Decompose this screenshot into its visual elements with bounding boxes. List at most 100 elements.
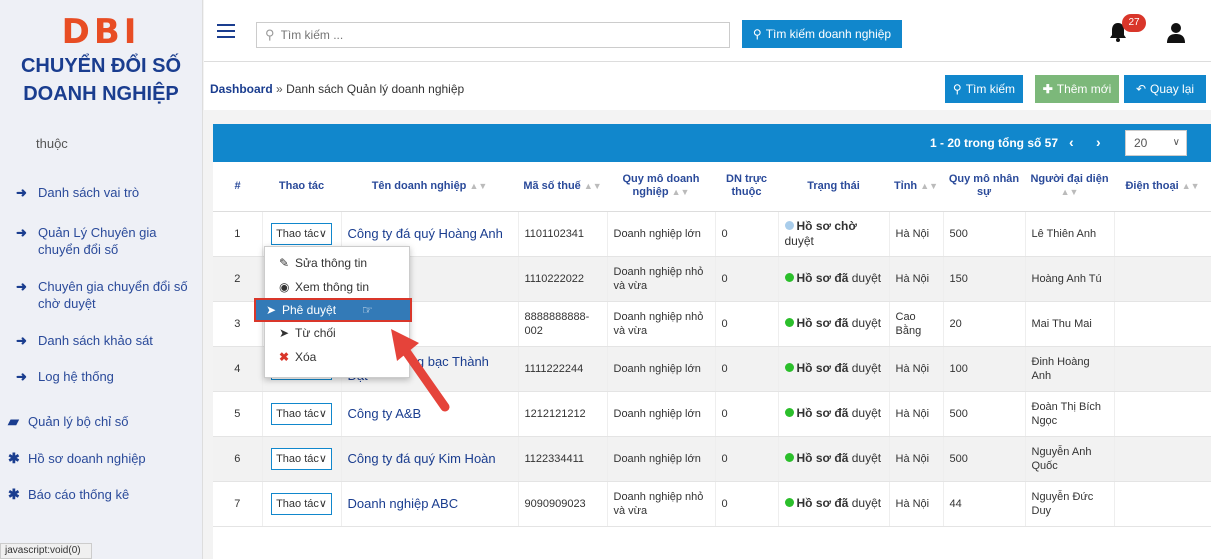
cell-tax: 1212121212 (518, 391, 608, 437)
col-header-action: Thao tác (262, 162, 341, 212)
col-header-phone[interactable]: Điện thoại ▲▼ (1114, 162, 1211, 212)
asterisk-icon: ✱ (8, 450, 20, 466)
add-button-label: Thêm mới (1056, 82, 1112, 96)
cell-no: 4 (213, 346, 263, 392)
table-row: 5 Thao tác∨ Công ty A&B 1212121212 Doanh ngh… (213, 391, 1211, 437)
book-icon: ▰ (8, 413, 19, 429)
search-box[interactable]: ⚲ (256, 22, 730, 48)
sidebar-item-roles[interactable]: ➜ Danh sách vai trò (0, 184, 202, 201)
cell-staff: 44 (943, 481, 1026, 527)
breadcrumb-current: Danh sách Quản lý doanh nghiệp (286, 82, 465, 96)
status-badge: Hồ sơ đã duyệt (784, 316, 881, 330)
row-action-button[interactable]: Thao tác∨ (271, 222, 332, 245)
cell-tax: 9090909023 (518, 481, 608, 527)
row-action-button[interactable]: Thao tác∨ (271, 492, 332, 515)
cell-rep: Mai Thu Mai (1025, 301, 1115, 347)
page-size-select[interactable]: 20 ∨ (1125, 130, 1187, 156)
cell-phone (1114, 211, 1211, 257)
col-header-status: Trạng thái (778, 162, 889, 212)
cell-rep: Hoàng Anh Tú (1025, 256, 1115, 302)
col-header-province[interactable]: Tỉnh ▲▼ (889, 162, 943, 212)
browser-status-bar: javascript:void(0) (0, 543, 92, 559)
status-badge: Hồ sơ đã duyệt (784, 406, 881, 420)
col-header-no: # (213, 162, 262, 212)
dropdown-item-edit[interactable]: ✎ Sửa thông tin (269, 253, 407, 273)
col-header-scale[interactable]: Quy mô doanh nghiệp ▲▼ (607, 162, 715, 212)
chevron-right-icon[interactable]: › (1096, 134, 1101, 150)
dropdown-item-approve[interactable]: ➤ Phê duyệt ☞ (254, 298, 412, 322)
col-header-rep[interactable]: Người đại diện ▲▼ (1025, 162, 1114, 212)
status-dot-icon (784, 273, 794, 282)
search-business-button[interactable]: ⚲ Tìm kiếm doanh nghiệp (742, 20, 902, 48)
cell-staff: 150 (943, 256, 1026, 302)
cell-no: 7 (213, 481, 263, 527)
row-action-button[interactable]: Thao tác∨ (271, 402, 332, 425)
cell-sub: 0 (715, 256, 779, 302)
cell-sub: 0 (715, 346, 779, 392)
cell-status: Hồ sơ đã duyệt (778, 481, 890, 527)
cell-no: 5 (213, 391, 263, 437)
breadcrumb: Dashboard » Danh sách Quản lý doanh nghi… (210, 82, 464, 96)
chevron-left-icon[interactable]: ‹ (1069, 134, 1074, 150)
cell-province: Hà Nội (889, 211, 944, 257)
user-icon[interactable] (1166, 22, 1186, 44)
page-size-value: 20 (1134, 136, 1148, 150)
dropdown-item-label: Xem thông tin (295, 280, 370, 294)
cell-staff: 20 (943, 301, 1026, 347)
status-badge: Hồ sơ đã duyệt (784, 496, 881, 510)
cell-no: 2 (213, 256, 263, 302)
row-action-button[interactable]: Thao tác∨ (271, 447, 332, 470)
arrow-right-icon: ➜ (16, 185, 27, 200)
cell-phone (1114, 481, 1211, 527)
dropdown-item-view[interactable]: ◉ Xem thông tin (269, 277, 407, 297)
cell-business-name[interactable]: Doanh nghiệp ABC (341, 481, 519, 527)
sidebar-item-logs[interactable]: ➜ Log hệ thống (0, 368, 202, 385)
topbar: ⚲ ⚲ Tìm kiếm doanh nghiệp 27 (204, 0, 1211, 62)
col-header-label: Mã số thuế (523, 179, 581, 192)
cell-no: 6 (213, 436, 263, 482)
cell-rep: Đinh Hoàng Anh (1025, 346, 1115, 392)
search-business-label: Tìm kiếm doanh nghiệp (765, 27, 892, 41)
cell-staff: 500 (943, 211, 1026, 257)
cell-rep: Nguyễn Đức Duy (1025, 481, 1115, 527)
arrow-right-icon: ➜ (16, 225, 27, 240)
sidebar-item-cut[interactable]: thuộc (36, 136, 196, 152)
col-header-name[interactable]: Tên doanh nghiệp ▲▼ (341, 162, 518, 212)
cell-tax: 1110222022 (518, 256, 608, 302)
sidebar-item-profiles[interactable]: ✱ Hồ sơ doanh nghiệp (0, 450, 202, 467)
back-button[interactable]: ↶ Quay lại (1124, 75, 1206, 103)
table-header-row: # Thao tác Tên doanh nghiệp ▲▼ Mã số thu… (213, 162, 1211, 212)
search-input[interactable] (280, 28, 701, 42)
cell-action: Thao tác∨ (262, 436, 342, 482)
sidebar-item-pending-experts[interactable]: ➜ Chuyên gia chuyển đổi số chờ duyệt (0, 278, 202, 312)
search-icon: ⚲ (952, 82, 962, 96)
sidebar-item-label: Danh sách khảo sát (38, 333, 153, 348)
table-pager: 1 - 20 trong tổng số 57 ‹ › 20 ∨ (213, 124, 1211, 162)
sidebar-item-cut-label: thuộc (36, 136, 68, 151)
status-dot-icon (784, 220, 794, 230)
search-icon: ⚲ (752, 27, 762, 41)
logo[interactable]: DBI CHUYỂN ĐỔI SỐ DOANH NGHIỆP (0, 0, 202, 108)
add-button[interactable]: ✚ Thêm mới (1035, 75, 1119, 103)
status-dot-icon (784, 318, 794, 327)
cell-scale: Doanh nghiệp nhỏ và vừa (607, 301, 716, 347)
arrow-right-icon: ➜ (16, 279, 27, 294)
hamburger-menu-icon[interactable] (217, 24, 235, 38)
search-button[interactable]: ⚲ Tìm kiếm (945, 75, 1023, 103)
status-badge: Hồ sơ đã duyệt (784, 451, 881, 465)
breadcrumb-home[interactable]: Dashboard (210, 82, 273, 96)
cell-action: Thao tác∨ (262, 391, 342, 437)
sidebar-item-surveys[interactable]: ➜ Danh sách khảo sát (0, 332, 202, 349)
cell-phone (1114, 301, 1211, 347)
cell-business-name[interactable]: Công ty đá quý Kim Hoàn (341, 436, 519, 482)
sidebar-item-reports[interactable]: ✱ Báo cáo thống kê (0, 486, 202, 503)
cell-tax: 1101102341 (518, 211, 608, 257)
col-header-tax[interactable]: Mã số thuế ▲▼ (518, 162, 607, 212)
sidebar-item-experts[interactable]: ➜ Quản Lý Chuyên gia chuyển đổi số (0, 224, 202, 258)
sort-icon: ▲▼ (1181, 180, 1200, 191)
sidebar-item-label: Chuyên gia chuyển đổi số chờ duyệt (38, 279, 188, 311)
cell-status: Hồ sơ đã duyệt (778, 301, 890, 347)
pager-summary: 1 - 20 trong tổng số 57 (930, 136, 1059, 150)
cell-scale: Doanh nghiệp lớn (607, 346, 716, 392)
sidebar-item-indicators[interactable]: ▰ Quản lý bộ chỉ số (0, 413, 202, 430)
